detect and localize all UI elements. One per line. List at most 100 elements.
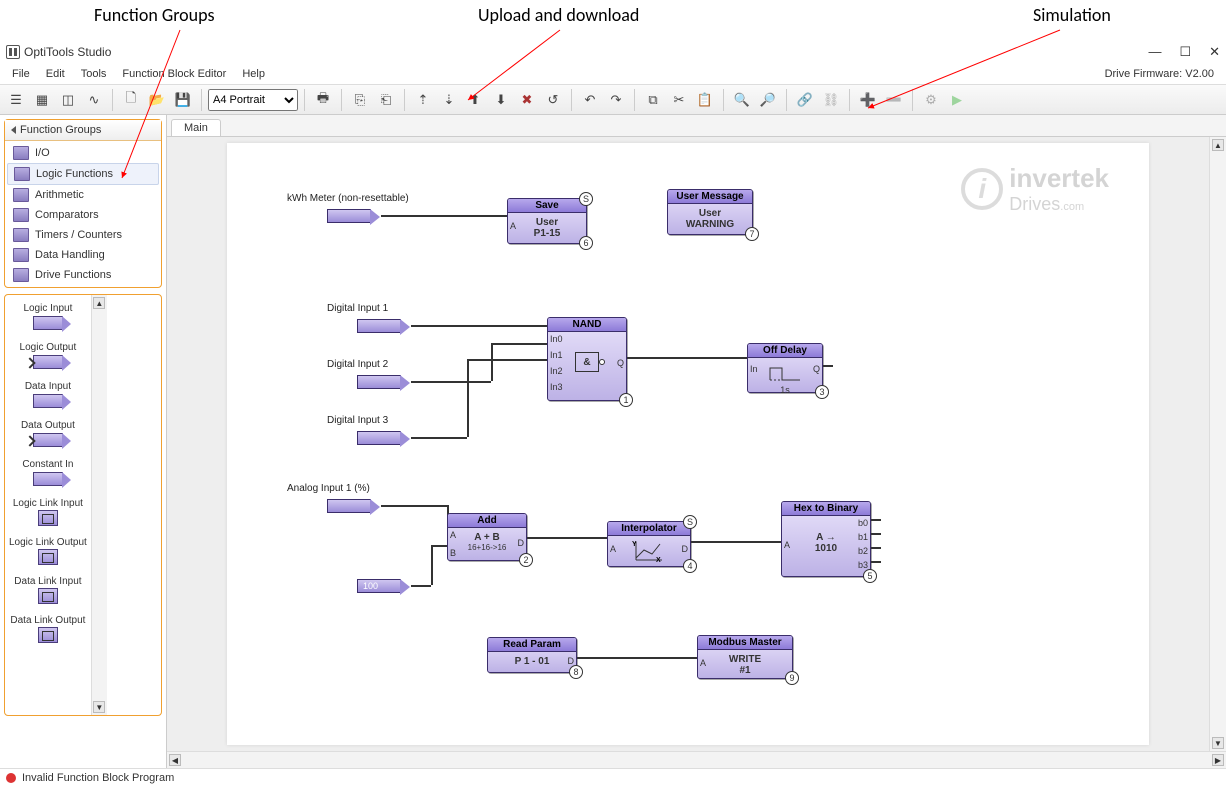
scroll-up-icon[interactable]: ▲ [1212, 139, 1224, 151]
palette-logic-output[interactable]: Logic Output [9, 342, 87, 371]
port-in1: In1 [550, 350, 563, 360]
folder-icon [14, 167, 30, 181]
fg-item-drive-functions[interactable]: Drive Functions [7, 265, 159, 285]
block-line: P 1 - 01 [494, 656, 570, 667]
block-user-message[interactable]: User Message User WARNING 7 [667, 189, 753, 235]
source-di1[interactable] [357, 319, 401, 333]
drive-config-2-icon[interactable]: ⎗ [374, 88, 398, 112]
zoom-in-icon[interactable]: 🔍 [730, 88, 754, 112]
wire [411, 437, 467, 439]
view-grid-icon[interactable]: ▦ [30, 88, 54, 112]
fg-item-data-handling[interactable]: Data Handling [7, 245, 159, 265]
scroll-down-icon[interactable]: ▼ [93, 701, 105, 713]
add-block-icon[interactable]: ➕ [856, 88, 880, 112]
new-file-icon[interactable]: 🗋 [119, 88, 143, 112]
palette-constant-in[interactable]: Constant In [9, 459, 87, 488]
palette-logic-link-output[interactable]: Logic Link Output [9, 537, 87, 566]
zoom-out-icon[interactable]: 🔎 [756, 88, 780, 112]
palette-data-input[interactable]: Data Input [9, 381, 87, 410]
download-project-icon[interactable]: ⬇ [489, 88, 513, 112]
scroll-right-icon[interactable]: ▶ [1212, 754, 1224, 766]
view-list-icon[interactable]: ☰ [4, 88, 28, 112]
refresh-icon[interactable]: ↺ [541, 88, 565, 112]
download-to-drive-icon[interactable]: ⇣ [437, 88, 461, 112]
drive-config-1-icon[interactable]: ⎘ [348, 88, 372, 112]
scroll-up-icon[interactable]: ▲ [93, 297, 105, 309]
block-modbus-master[interactable]: Modbus Master A WRITE #1 9 [697, 635, 793, 679]
save-file-icon[interactable]: 💾 [171, 88, 195, 112]
block-nand[interactable]: NAND In0 In1 In2 In3 Q & 1 [547, 317, 627, 401]
scroll-down-icon[interactable]: ▼ [1212, 737, 1224, 749]
palette-data-output[interactable]: Data Output [9, 420, 87, 449]
label-di2: Digital Input 2 [327, 359, 388, 370]
copy-icon[interactable]: ⧉ [641, 88, 665, 112]
wire [467, 359, 547, 361]
block-add[interactable]: Add A B D A + B 16+16->16 2 [447, 513, 527, 561]
cut-icon[interactable]: ✂ [667, 88, 691, 112]
canvas[interactable]: i invertek Drives.com kWh Meter (non-res… [227, 143, 1149, 745]
port-a: A [700, 658, 706, 668]
menubar: File Edit Tools Function Block Editor He… [0, 64, 1226, 85]
fg-item-io[interactable]: I/O [7, 143, 159, 163]
fg-item-timers-counters[interactable]: Timers / Counters [7, 225, 159, 245]
open-file-icon[interactable]: 📂 [145, 88, 169, 112]
palette-data-link-output[interactable]: Data Link Output [9, 615, 87, 644]
port-b1: b1 [858, 532, 868, 542]
unlink-icon[interactable]: ⛓ [819, 88, 843, 112]
source-kwh-meter[interactable] [327, 209, 371, 223]
remove-block-icon[interactable]: ➖ [882, 88, 906, 112]
canvas-vscrollbar[interactable]: ▲ ▼ [1209, 137, 1226, 751]
delete-from-drive-icon[interactable]: ✖ [515, 88, 539, 112]
palette-data-link-input[interactable]: Data Link Input [9, 576, 87, 605]
build-icon[interactable]: ⚙ [919, 88, 943, 112]
block-title: Off Delay [748, 344, 822, 358]
source-di2[interactable] [357, 375, 401, 389]
fg-item-comparators[interactable]: Comparators [7, 205, 159, 225]
port-in0: In0 [550, 334, 563, 344]
window-minimize-button[interactable]: — [1148, 44, 1161, 60]
print-icon[interactable]: 🖶 [311, 88, 335, 112]
paper-size-select[interactable]: A4 Portrait [208, 89, 298, 111]
window-close-button[interactable]: ✕ [1209, 44, 1220, 60]
upload-from-drive-icon[interactable]: ⇡ [411, 88, 435, 112]
palette-logic-link-input[interactable]: Logic Link Input [9, 498, 87, 527]
block-interpolator[interactable]: Interpolator A D XY S 4 [607, 521, 691, 567]
block-off-delay[interactable]: Off Delay In Q 1s 3 [747, 343, 823, 393]
wire [411, 381, 491, 383]
block-id: 9 [785, 671, 799, 685]
folder-icon [13, 268, 29, 282]
block-read-param[interactable]: Read Param D P 1 - 01 8 [487, 637, 577, 673]
run-simulation-icon[interactable]: ▶ [945, 88, 969, 112]
block-hex-to-binary[interactable]: Hex to Binary A b0 b1 b2 b3 A → 1010 5 [781, 501, 871, 577]
redo-icon[interactable]: ↷ [604, 88, 628, 112]
port-s: S [683, 515, 697, 529]
block-id: 4 [683, 559, 697, 573]
source-di3[interactable] [357, 431, 401, 445]
view-editor-icon[interactable]: ◫ [56, 88, 80, 112]
upload-project-icon[interactable]: ⬆ [463, 88, 487, 112]
menu-function-block-editor[interactable]: Function Block Editor [114, 66, 234, 82]
scroll-left-icon[interactable]: ◀ [169, 754, 181, 766]
undo-icon[interactable]: ↶ [578, 88, 602, 112]
menu-tools[interactable]: Tools [73, 66, 115, 82]
window-maximize-button[interactable]: ☐ [1179, 44, 1191, 60]
fg-item-arithmetic[interactable]: Arithmetic [7, 185, 159, 205]
block-save[interactable]: Save A User P1-15 S 6 [507, 198, 587, 244]
palette-scrollbar[interactable]: ▲ ▼ [91, 295, 107, 715]
menu-file[interactable]: File [4, 66, 38, 82]
source-ai1[interactable] [327, 499, 371, 513]
tab-main[interactable]: Main [171, 119, 221, 136]
menu-help[interactable]: Help [234, 66, 273, 82]
app-title: OptiTools Studio [24, 45, 111, 59]
paste-icon[interactable]: 📋 [693, 88, 717, 112]
fg-item-logic-functions[interactable]: Logic Functions [7, 163, 159, 185]
canvas-hscrollbar[interactable]: ◀ ▶ [167, 751, 1226, 768]
wire [411, 325, 547, 327]
view-scope-icon[interactable]: ∿ [82, 88, 106, 112]
label-di1: Digital Input 1 [327, 303, 388, 314]
palette-logic-input[interactable]: Logic Input [9, 303, 87, 332]
menu-edit[interactable]: Edit [38, 66, 73, 82]
palette-label: Data Link Output [10, 615, 85, 626]
link-icon[interactable]: 🔗 [793, 88, 817, 112]
function-groups-header[interactable]: Function Groups [5, 120, 161, 141]
